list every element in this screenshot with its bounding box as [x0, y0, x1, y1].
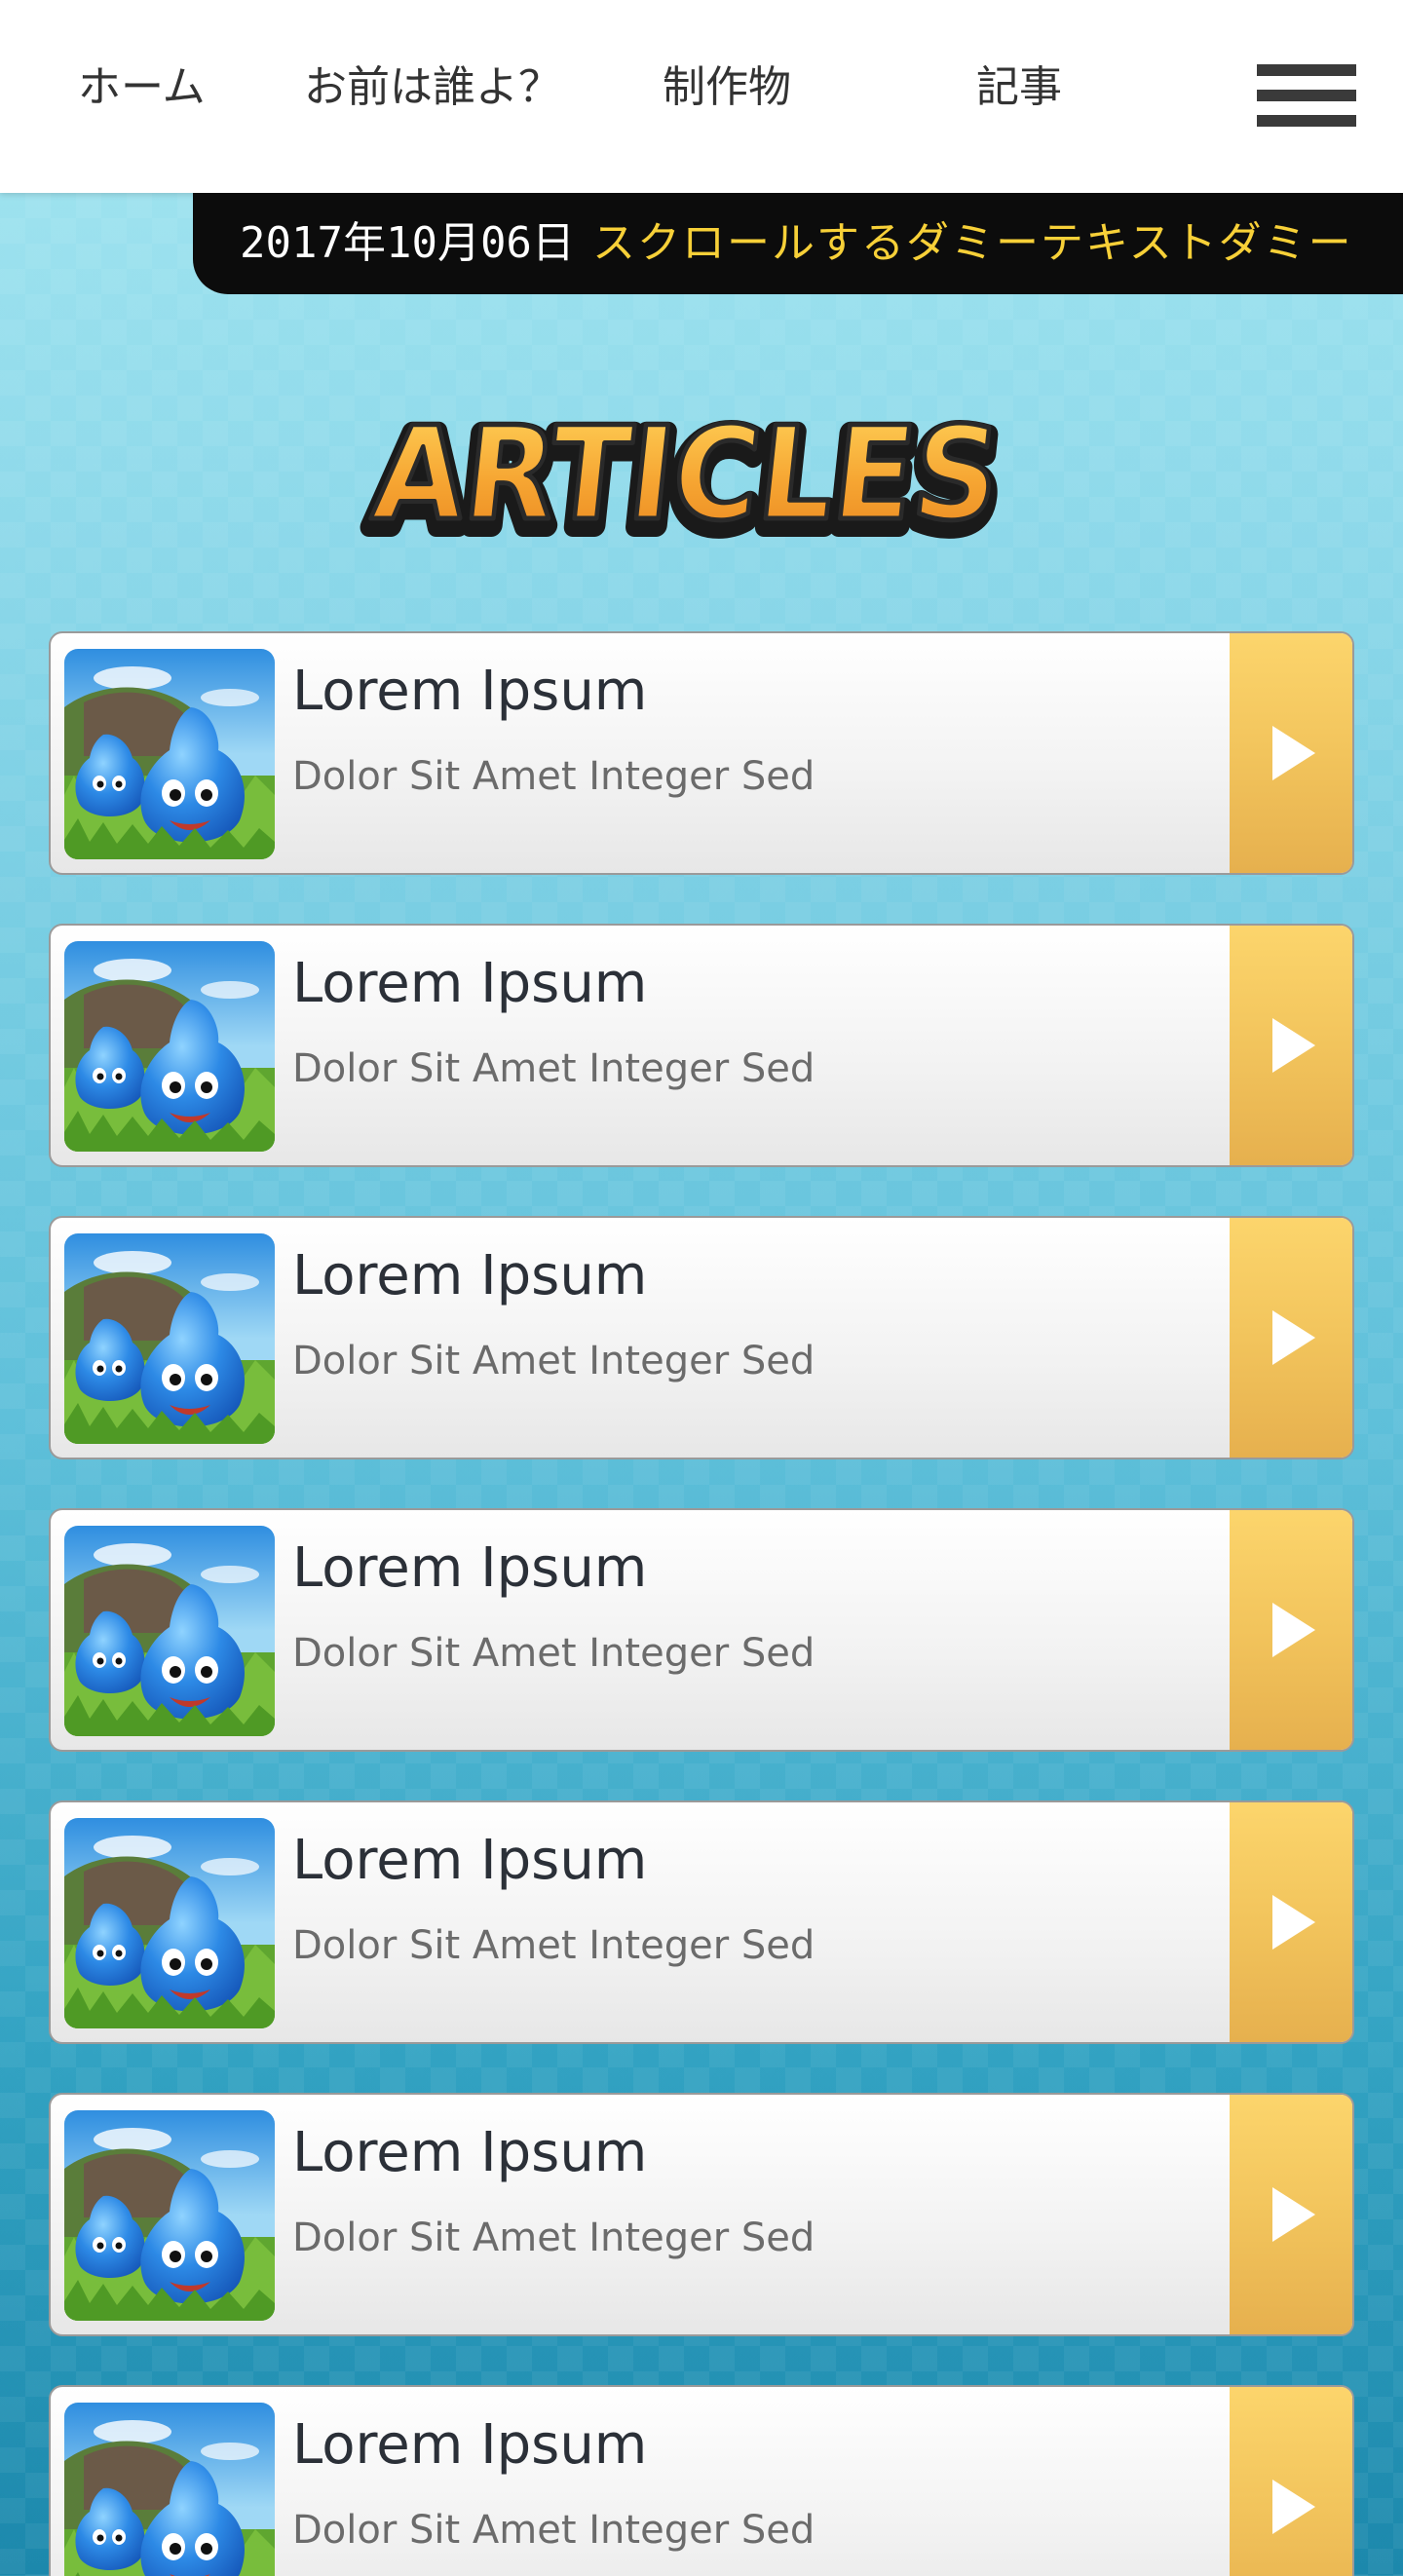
- article-thumbnail: [64, 1233, 275, 1444]
- hamburger-icon[interactable]: [1257, 64, 1356, 127]
- article-subtitle: Dolor Sit Amet Integer Sed: [292, 2508, 815, 2553]
- article-subtitle: Dolor Sit Amet Integer Sed: [292, 754, 815, 799]
- article-title: Lorem Ipsum: [292, 1536, 648, 1600]
- article-open-button[interactable]: [1230, 1802, 1352, 2042]
- article-title: Lorem Ipsum: [292, 2413, 648, 2477]
- article-title: Lorem Ipsum: [292, 1829, 648, 1892]
- play-arrow-icon: [1272, 1603, 1315, 1657]
- nav-home[interactable]: ホーム: [78, 58, 206, 117]
- news-ticker: 2017年10月06日 スクロールするダミーテキストダミー: [193, 193, 1403, 294]
- article-thumbnail: [64, 1818, 275, 2028]
- article-card-1[interactable]: Lorem Ipsum Dolor Sit Amet Integer Sed: [49, 631, 1354, 875]
- article-title: Lorem Ipsum: [292, 660, 648, 723]
- nav-articles[interactable]: 記事: [976, 58, 1062, 117]
- article-subtitle: Dolor Sit Amet Integer Sed: [292, 1046, 815, 1091]
- section-heading: ARTICLES: [367, 399, 1006, 549]
- article-open-button[interactable]: [1230, 1218, 1352, 1458]
- play-arrow-icon: [1272, 1310, 1315, 1365]
- site-header: ホーム お前は誰よ？ 制作物 記事: [0, 0, 1403, 193]
- article-subtitle: Dolor Sit Amet Integer Sed: [292, 1923, 815, 1968]
- nav-about[interactable]: お前は誰よ？: [304, 58, 561, 117]
- article-open-button[interactable]: [1230, 1510, 1352, 1750]
- article-subtitle: Dolor Sit Amet Integer Sed: [292, 1631, 815, 1676]
- play-arrow-icon: [1272, 726, 1315, 780]
- article-subtitle: Dolor Sit Amet Integer Sed: [292, 2216, 815, 2260]
- article-card-4[interactable]: Lorem Ipsum Dolor Sit Amet Integer Sed: [49, 1508, 1354, 1752]
- ticker-date: 2017年10月06日: [240, 218, 575, 268]
- article-card-6[interactable]: Lorem Ipsum Dolor Sit Amet Integer Sed: [49, 2093, 1354, 2336]
- article-thumbnail: [64, 649, 275, 859]
- article-title: Lorem Ipsum: [292, 1244, 648, 1307]
- article-open-button[interactable]: [1230, 2095, 1352, 2334]
- article-subtitle: Dolor Sit Amet Integer Sed: [292, 1339, 815, 1383]
- play-arrow-icon: [1272, 2480, 1315, 2534]
- article-thumbnail: [64, 1526, 275, 1736]
- articles-logo: ARTICLES ARTICLES: [356, 397, 1016, 563]
- nav-works[interactable]: 制作物: [663, 58, 791, 117]
- article-thumbnail: [64, 2403, 275, 2576]
- play-arrow-icon: [1272, 2187, 1315, 2242]
- article-thumbnail: [64, 2110, 275, 2321]
- article-open-button[interactable]: [1230, 926, 1352, 1165]
- article-card-3[interactable]: Lorem Ipsum Dolor Sit Amet Integer Sed: [49, 1216, 1354, 1459]
- play-arrow-icon: [1272, 1018, 1315, 1073]
- article-card-2[interactable]: Lorem Ipsum Dolor Sit Amet Integer Sed: [49, 924, 1354, 1167]
- article-open-button[interactable]: [1230, 633, 1352, 873]
- article-title: Lorem Ipsum: [292, 952, 648, 1015]
- article-thumbnail: [64, 941, 275, 1152]
- article-card-5[interactable]: Lorem Ipsum Dolor Sit Amet Integer Sed: [49, 1800, 1354, 2044]
- article-card-7[interactable]: Lorem Ipsum Dolor Sit Amet Integer Sed: [49, 2385, 1354, 2576]
- ticker-text: スクロールするダミーテキストダミー: [592, 218, 1353, 268]
- play-arrow-icon: [1272, 1895, 1315, 1950]
- article-title: Lorem Ipsum: [292, 2121, 648, 2184]
- article-open-button[interactable]: [1230, 2387, 1352, 2576]
